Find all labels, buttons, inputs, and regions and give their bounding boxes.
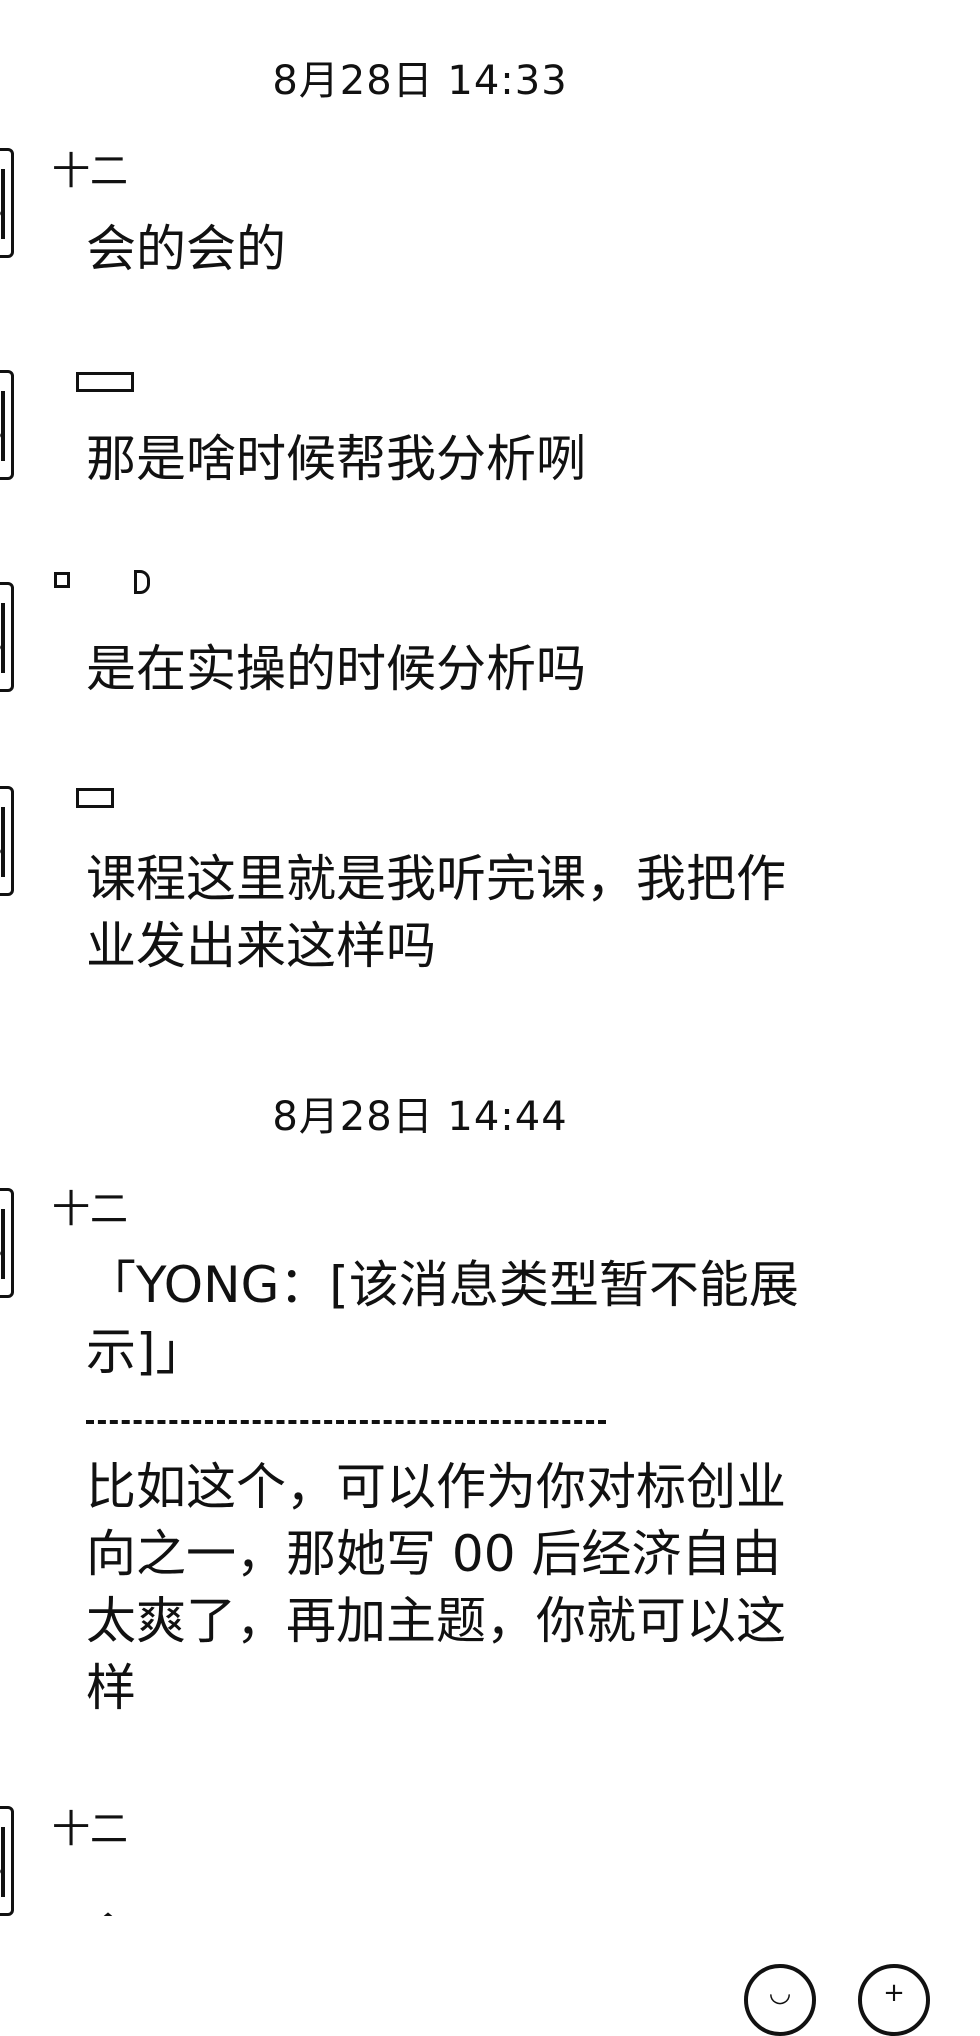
avatar[interactable]	[0, 148, 14, 258]
sender-name-placeholder	[134, 570, 150, 594]
avatar[interactable]	[0, 1806, 14, 1916]
avatar[interactable]	[0, 1188, 14, 1298]
input-toolbar	[0, 1918, 980, 1992]
message-text[interactable]: 课程这里就是我听完课，我把作业发出来这样吗	[86, 846, 806, 980]
sender-name: 十二	[52, 1807, 129, 1851]
sender-name-placeholder	[76, 788, 114, 808]
sender-name-placeholder	[54, 572, 70, 588]
avatar[interactable]	[0, 370, 14, 480]
message-text[interactable]: 比如这个，可以作为你对标创业向之一，那她写 00 后经济自由太爽了，再加主题，你…	[86, 1454, 806, 1722]
timestamp: 8月28日 14:44	[272, 1094, 568, 1140]
message-text[interactable]	[86, 1898, 286, 1916]
voice-message-icon	[103, 1912, 113, 1916]
sender-name-placeholder	[76, 372, 134, 392]
quote-divider	[86, 1420, 606, 1424]
timestamp: 8月28日 14:33	[272, 58, 568, 104]
message-text[interactable]: 是在实操的时候分析吗	[86, 636, 806, 703]
emoji-button[interactable]: ◡	[744, 1964, 816, 2036]
message-text[interactable]: 那是啥时候帮我分析咧	[86, 426, 806, 493]
sender-name: 十二	[52, 149, 129, 193]
message-text[interactable]: 会的会的	[86, 216, 806, 283]
sender-name: 十二	[52, 1187, 129, 1231]
add-icon: +	[883, 1978, 905, 2008]
quoted-message[interactable]: 「YONG：[该消息类型暂不能展示]」	[86, 1252, 806, 1386]
avatar[interactable]	[0, 786, 14, 896]
avatar[interactable]	[0, 582, 14, 692]
emoji-icon: ◡	[768, 1978, 792, 2008]
add-button[interactable]: +	[858, 1964, 930, 2036]
